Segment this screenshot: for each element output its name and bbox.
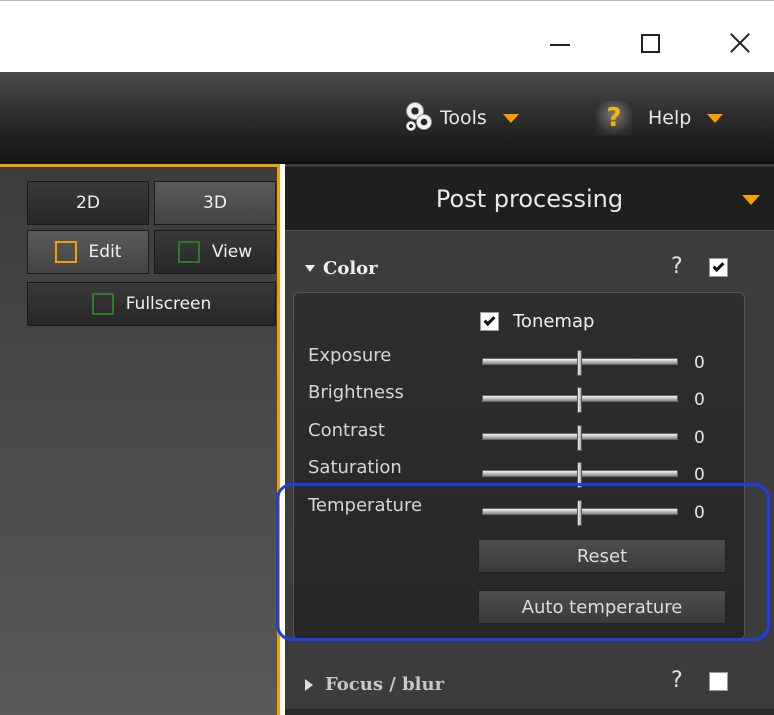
focus-blur-enabled-checkbox[interactable] (709, 672, 728, 691)
minimize-button[interactable] (536, 21, 584, 65)
maximize-button[interactable] (626, 21, 674, 65)
tonemap-checkbox[interactable] (480, 312, 499, 331)
temperature-value: 0 (694, 503, 705, 523)
close-button[interactable] (716, 21, 764, 65)
mode-3d-button[interactable]: 3D (154, 181, 276, 225)
contrast-slider[interactable] (482, 425, 678, 451)
gears-icon (404, 102, 434, 134)
contrast-row: Contrast 0 (308, 420, 728, 451)
question-icon: ? (596, 101, 632, 135)
saturation-slider[interactable] (482, 462, 678, 488)
saturation-value: 0 (694, 465, 705, 485)
left-panel: 2D 3D Edit View Fullscreen (0, 164, 280, 715)
temperature-slider-thumb[interactable] (577, 500, 582, 526)
saturation-slider-thumb[interactable] (577, 462, 582, 488)
window-titlebar (0, 0, 774, 72)
tools-menu-label: Tools (440, 107, 487, 129)
brightness-row: Brightness 0 (308, 382, 728, 413)
color-section-title: Color (323, 258, 378, 279)
checkmark-icon (483, 313, 496, 327)
expand-arrow-icon (305, 265, 315, 272)
tonemap-option[interactable]: Tonemap (480, 311, 594, 332)
contrast-value: 0 (694, 428, 705, 448)
exposure-value: 0 (694, 353, 705, 373)
maximize-icon (640, 33, 660, 53)
auto-temperature-button[interactable]: Auto temperature (478, 590, 726, 624)
temperature-slider[interactable] (482, 500, 678, 526)
chevron-down-icon (707, 113, 724, 123)
chevron-down-icon (742, 195, 760, 205)
temperature-row: Temperature 0 (308, 495, 728, 526)
edit-button-label: Edit (88, 242, 122, 262)
color-settings-box: Tonemap Exposure 0 Brightness 0 Contrast… (293, 292, 745, 640)
exposure-row: Exposure 0 (308, 345, 728, 376)
brightness-slider-thumb[interactable] (577, 387, 582, 413)
post-processing-title: Post processing (435, 184, 624, 213)
checkmark-icon (712, 259, 725, 273)
minimize-icon (550, 44, 570, 46)
brightness-value: 0 (694, 390, 705, 410)
focus-blur-section-title: Focus / blur (325, 674, 445, 695)
view-button-label: View (211, 242, 253, 262)
post-processing-dropdown[interactable]: Post processing (285, 167, 774, 231)
chevron-down-icon (502, 113, 519, 123)
app-menubar: Tools ? Help (0, 72, 774, 164)
exposure-label: Exposure (308, 345, 392, 366)
focus-blur-section-body (285, 709, 774, 715)
fullscreen-indicator-icon (91, 293, 114, 315)
exposure-slider[interactable] (482, 350, 678, 376)
edit-indicator-icon (54, 241, 77, 263)
fullscreen-button[interactable]: Fullscreen (27, 282, 276, 326)
color-help-button[interactable]: ? (671, 254, 683, 279)
brightness-label: Brightness (308, 382, 404, 403)
saturation-row: Saturation 0 (308, 457, 728, 488)
saturation-label: Saturation (308, 457, 402, 478)
tonemap-label: Tonemap (513, 311, 595, 332)
edit-button[interactable]: Edit (27, 230, 149, 274)
help-menu-label: Help (648, 107, 692, 129)
contrast-label: Contrast (308, 420, 385, 441)
view-button[interactable]: View (154, 230, 276, 274)
color-enabled-checkbox[interactable] (709, 258, 728, 277)
reset-button[interactable]: Reset (478, 539, 726, 573)
fullscreen-button-label: Fullscreen (125, 294, 212, 314)
temperature-label: Temperature (308, 495, 423, 516)
help-menu[interactable]: ? Help (596, 100, 724, 136)
focus-blur-section-toggle[interactable]: Focus / blur (305, 674, 444, 695)
mode-2d-button[interactable]: 2D (27, 181, 149, 225)
close-icon (729, 32, 751, 54)
color-section-toggle[interactable]: Color (305, 258, 378, 279)
collapse-arrow-icon (305, 678, 313, 691)
focus-blur-help-button[interactable]: ? (671, 668, 683, 693)
exposure-slider-thumb[interactable] (577, 350, 582, 376)
post-processing-panel: Post processing Color ? Tonemap Exposure… (285, 164, 774, 715)
contrast-slider-thumb[interactable] (577, 425, 582, 451)
tools-menu[interactable]: Tools (404, 100, 519, 136)
view-indicator-icon (177, 241, 200, 263)
brightness-slider[interactable] (482, 387, 678, 413)
